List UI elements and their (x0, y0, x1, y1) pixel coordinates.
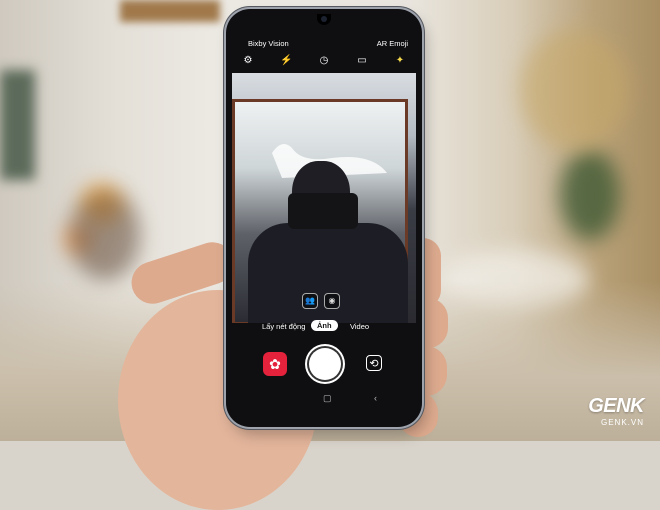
bixby-vision-button[interactable]: Bixby Vision (248, 39, 289, 48)
aspect-ratio-icon[interactable]: ▭ (356, 55, 368, 67)
camera-top-bar: Bixby Vision AR Emoji (226, 39, 422, 51)
background-plant (560, 150, 620, 240)
watermark-logo: GENK (588, 395, 644, 417)
navigation-bar: ▢ ‹ (226, 393, 422, 405)
wall-picture (0, 70, 35, 180)
camera-viewfinder[interactable] (232, 73, 416, 323)
phone: Bixby Vision AR Emoji ⚙ ⚡ ◷ ▭ ✦ 👥 ◉ Lấy … (226, 9, 422, 427)
flower-icon[interactable]: ✿ (263, 352, 287, 376)
mode-video[interactable]: Video (350, 322, 369, 331)
flash-off-icon[interactable]: ⚡ (280, 55, 292, 67)
ar-emoji-button[interactable]: AR Emoji (377, 39, 408, 48)
background-shelf (520, 30, 630, 150)
home-icon[interactable]: ▢ (323, 393, 332, 404)
camera-icon-row: ⚙ ⚡ ◷ ▭ ✦ (226, 55, 422, 69)
timer-icon[interactable]: ◷ (318, 55, 330, 67)
shutter-button[interactable] (309, 348, 341, 380)
wall-frame (120, 0, 220, 22)
back-icon[interactable]: ‹ (374, 393, 377, 403)
front-camera-notch (317, 14, 331, 25)
magic-wand-icon[interactable]: ✦ (394, 55, 406, 67)
held-camera (288, 193, 358, 229)
gear-icon[interactable]: ⚙ (242, 55, 254, 67)
portrait-icon[interactable]: ◉ (324, 293, 340, 309)
watermark: GENK GENK.VN (588, 395, 644, 427)
camera-switch-icon[interactable]: ⟲ (366, 355, 382, 371)
mode-photo[interactable]: Ảnh (311, 320, 338, 331)
group-selfie-icon[interactable]: 👥 (302, 293, 318, 309)
background-lamp (70, 190, 140, 280)
watermark-site: GENK.VN (600, 418, 644, 427)
camera-modes: Lấy nét động Ảnh Video (226, 320, 422, 334)
mode-live-focus[interactable]: Lấy nét động (262, 322, 305, 331)
